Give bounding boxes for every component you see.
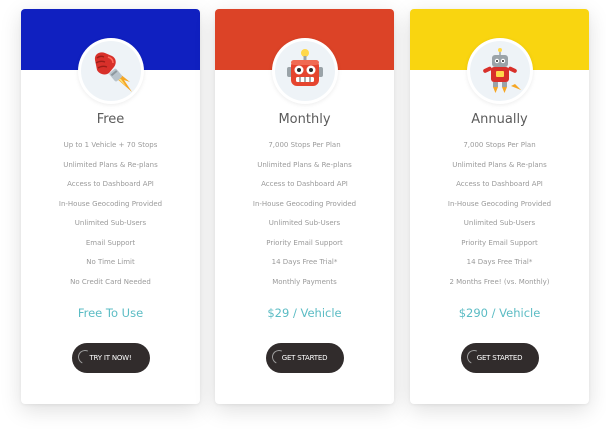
feature-item: Priority Email Support [266, 238, 343, 247]
plan-name: Free [96, 112, 125, 127]
feature-item: 7,000 Stops Per Plan [268, 141, 341, 149]
feature-item: 7,000 Stops Per Plan [463, 141, 536, 149]
feature-item: Monthly Payments [272, 277, 337, 286]
plan-price: $290 / Vehicle [458, 306, 541, 320]
feature-item: Unlimited Plans & Re-plans [63, 160, 158, 169]
feature-item: Access to Dashboard API [261, 180, 348, 188]
pricing-section: Free Up to 1 Vehicle + 70 Stops Unlimite… [0, 0, 606, 429]
button-label: GET STARTED [476, 354, 523, 362]
feature-item: 14 Days Free Trial* [466, 258, 533, 266]
plan-name: Monthly [278, 112, 331, 127]
plan-price: Free To Use [77, 306, 144, 320]
feature-item: Priority Email Support [461, 238, 538, 247]
plan-icon-badge [77, 38, 144, 104]
feature-list: 7,000 Stops Per Plan Unlimited Plans & R… [215, 140, 394, 296]
feature-list: Up to 1 Vehicle + 70 Stops Unlimited Pla… [21, 140, 200, 296]
button-label: GET STARTED [281, 354, 328, 362]
feature-item: 2 Months Free! (vs. Monthly) [449, 277, 550, 286]
plan-icon-badge [466, 38, 533, 104]
try-it-now-button[interactable]: TRY IT NOW! [71, 343, 150, 373]
pricing-card-monthly: Monthly 7,000 Stops Per Plan Unlimited P… [215, 9, 394, 404]
feature-item: Email Support [85, 238, 136, 247]
robot-head-icon [286, 49, 323, 86]
rocket-glove-icon [94, 52, 132, 92]
get-started-button[interactable]: GET STARTED [460, 343, 539, 373]
feature-list: 7,000 Stops Per Plan Unlimited Plans & R… [410, 140, 589, 296]
loader-icon [269, 348, 288, 366]
plan-price: $29 / Vehicle [267, 306, 342, 320]
feature-item: No Time Limit [86, 258, 135, 266]
feature-item: Unlimited Plans & Re-plans [257, 160, 352, 169]
plan-name: Annually [471, 112, 528, 127]
get-started-button[interactable]: GET STARTED [265, 343, 344, 373]
feature-item: In-House Geocoding Provided [58, 199, 163, 208]
feature-item: No Credit Card Needed [70, 277, 151, 286]
loader-icon [75, 348, 94, 366]
feature-item: Unlimited Sub-Users [268, 219, 341, 227]
feature-item: In-House Geocoding Provided [252, 199, 357, 208]
feature-item: Unlimited Sub-Users [74, 219, 147, 227]
feature-item: Unlimited Plans & Re-plans [452, 160, 547, 169]
plan-icon-badge [271, 38, 338, 104]
feature-item: Access to Dashboard API [456, 180, 543, 188]
feature-item: Unlimited Sub-Users [463, 219, 536, 227]
feature-item: 14 Days Free Trial* [271, 258, 338, 266]
feature-item: In-House Geocoding Provided [447, 199, 552, 208]
pricing-card-free: Free Up to 1 Vehicle + 70 Stops Unlimite… [21, 9, 200, 404]
flying-robot-icon [482, 48, 521, 93]
loader-icon [464, 348, 483, 366]
feature-item: Access to Dashboard API [67, 180, 154, 188]
button-label: TRY IT NOW! [89, 354, 132, 362]
pricing-card-annually: Annually 7,000 Stops Per Plan Unlimited … [410, 9, 589, 404]
feature-item: Up to 1 Vehicle + 70 Stops [63, 141, 158, 149]
